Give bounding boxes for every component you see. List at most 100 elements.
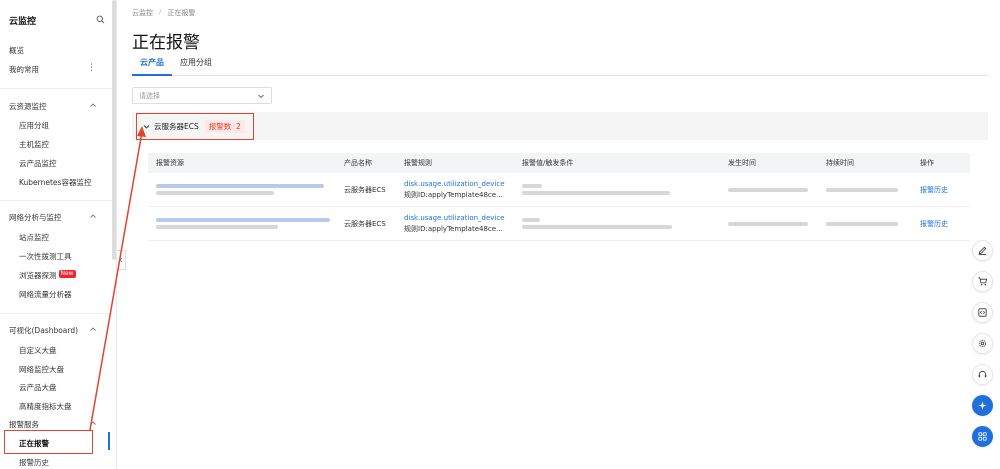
col-rule: 报警规则 xyxy=(404,159,432,167)
sidebar-group-cloud-resource[interactable]: 云资源监控 xyxy=(9,101,47,112)
sidebar-divider xyxy=(0,313,112,314)
col-action: 操作 xyxy=(920,159,934,167)
duration-cell xyxy=(826,219,920,229)
product-cell: 云服务器ECS xyxy=(344,185,386,194)
resource-cell[interactable] xyxy=(148,215,344,232)
sidebar-item-one-time-probe[interactable]: 一次性拨测工具 xyxy=(19,251,72,262)
time-cell xyxy=(728,219,826,229)
alarm-count-value: 2 xyxy=(236,122,241,131)
col-time: 发生时间 xyxy=(728,159,756,167)
redacted-text xyxy=(728,187,808,192)
col-condition: 报警值/触发条件 xyxy=(522,159,574,167)
breadcrumb-current: 正在报警 xyxy=(167,9,196,17)
sidebar-group-network-analysis[interactable]: 网络分析与监控 xyxy=(9,212,62,223)
gear-icon[interactable] xyxy=(971,333,993,354)
rule-id: 规则ID:applyTemplate48ce... xyxy=(404,224,503,233)
resource-cell[interactable] xyxy=(148,181,344,198)
redacted-text xyxy=(156,184,324,188)
assistant-icon[interactable] xyxy=(971,395,993,416)
group-header-bar[interactable] xyxy=(132,112,988,140)
tab-app-group[interactable]: 应用分组 xyxy=(172,52,220,75)
code-icon[interactable] xyxy=(971,302,993,323)
redacted-text xyxy=(728,221,808,226)
rule-link[interactable]: disk.usage.utilization_device xyxy=(404,214,522,222)
chevron-down-icon xyxy=(258,94,264,98)
sidebar-item-traffic-analyzer[interactable]: 网络流量分析器 xyxy=(19,289,72,300)
chevron-up-icon[interactable] xyxy=(89,325,97,333)
tab-cloud-product[interactable]: 云产品 xyxy=(132,52,172,76)
cart-icon[interactable] xyxy=(971,271,993,292)
alarm-history-link[interactable]: 报警历史 xyxy=(920,185,970,195)
sidebar-item-hp-dashboard[interactable]: 高精度指标大盘 xyxy=(19,401,72,412)
headset-icon[interactable] xyxy=(971,364,993,385)
chevron-up-icon[interactable] xyxy=(89,101,97,109)
sidebar-item-alarming[interactable]: 正在报警 xyxy=(19,438,49,449)
sidebar-item-browser-probe[interactable]: 浏览器探测 New xyxy=(19,270,76,281)
sidebar-item-label: 浏览器探测 xyxy=(19,271,57,280)
active-indicator xyxy=(108,432,110,450)
sidebar-item-overview[interactable]: 概览 xyxy=(9,45,24,56)
table-row: 云服务器ECS disk.usage.utilization_device 规则… xyxy=(148,173,970,207)
more-icon[interactable]: ⋮ xyxy=(87,63,96,73)
rule-link[interactable]: disk.usage.utilization_device xyxy=(404,180,522,188)
condition-cell xyxy=(522,215,728,232)
product-cell: 云服务器ECS xyxy=(344,219,386,228)
sidebar-group-dashboard[interactable]: 可视化(Dashboard) xyxy=(9,325,78,336)
tab-bar: 云产品 应用分组 xyxy=(132,52,988,76)
sidebar-item-app-group[interactable]: 应用分组 xyxy=(19,120,49,131)
alarm-count-label: 报警数 xyxy=(208,122,232,131)
alarm-table: 报警资源 产品名称 报警规则 报警值/触发条件 发生时间 持续时间 操作 云服务… xyxy=(148,153,970,241)
redacted-text xyxy=(522,184,542,188)
col-product: 产品名称 xyxy=(344,159,372,167)
select-placeholder: 请选择 xyxy=(139,91,160,100)
alarm-count-badge: 报警数 2 xyxy=(204,120,245,133)
condition-cell xyxy=(522,181,728,198)
sidebar-item-alarm-history[interactable]: 报警历史 xyxy=(19,457,49,468)
rule-cell: disk.usage.utilization_device 规则ID:apply… xyxy=(404,214,522,234)
time-cell xyxy=(728,185,826,195)
apps-icon[interactable] xyxy=(971,426,993,447)
new-badge: New xyxy=(58,270,76,278)
chevron-up-icon[interactable] xyxy=(89,419,97,427)
breadcrumb-separator: / xyxy=(159,8,162,16)
sidebar-item-site-monitor[interactable]: 站点监控 xyxy=(19,232,49,243)
redacted-text xyxy=(522,218,540,222)
sidebar-item-cloud-product-monitor[interactable]: 云产品监控 xyxy=(19,158,57,169)
sidebar-group-alarm-service[interactable]: 报警服务 xyxy=(9,419,39,430)
sidebar-item-network-dashboard[interactable]: 网络监控大盘 xyxy=(19,364,64,375)
redacted-text xyxy=(826,187,898,192)
group-name: 云服务器ECS xyxy=(154,122,199,131)
redacted-text xyxy=(522,191,670,195)
breadcrumb: 云监控 / 正在报警 xyxy=(132,8,195,18)
sidebar: 云监控 概览 我的常用 ⋮ 云资源监控 应用分组 主机监控 云产品监控 Kube… xyxy=(0,0,117,469)
floating-toolbar xyxy=(971,240,993,447)
redacted-text xyxy=(522,225,672,229)
main-content: 云监控 / 正在报警 正在报警 云产品 应用分组 请选择 云服务器ECS 报警数… xyxy=(118,0,1000,469)
sidebar-header: 云监控 xyxy=(0,0,116,40)
sidebar-divider xyxy=(0,200,112,201)
alarm-history-link[interactable]: 报警历史 xyxy=(920,219,970,229)
table-header: 报警资源 产品名称 报警规则 报警值/触发条件 发生时间 持续时间 操作 xyxy=(148,153,970,173)
rule-id: 规则ID:applyTemplate48ce... xyxy=(404,190,503,199)
page-title: 正在报警 xyxy=(132,33,200,53)
col-duration: 持续时间 xyxy=(826,159,854,167)
search-icon[interactable] xyxy=(96,15,106,25)
table-row: 云服务器ECS disk.usage.utilization_device 规则… xyxy=(148,207,970,241)
breadcrumb-root[interactable]: 云监控 xyxy=(132,8,153,18)
sidebar-item-cloud-product-dashboard[interactable]: 云产品大盘 xyxy=(19,382,57,393)
rule-cell: disk.usage.utilization_device 规则ID:apply… xyxy=(404,180,522,200)
group-header-ecs[interactable]: 云服务器ECS 报警数 2 xyxy=(136,113,254,140)
col-resource: 报警资源 xyxy=(156,159,184,167)
redacted-text xyxy=(826,221,898,226)
sidebar-item-favorites[interactable]: 我的常用 xyxy=(9,64,39,75)
edit-icon[interactable] xyxy=(971,240,993,261)
sidebar-item-k8s-monitor[interactable]: Kubernetes容器监控 xyxy=(19,177,91,188)
sidebar-item-custom-dashboard[interactable]: 自定义大盘 xyxy=(19,345,57,356)
chevron-up-icon[interactable] xyxy=(89,212,97,220)
sidebar-item-host-monitor[interactable]: 主机监控 xyxy=(19,139,49,150)
redacted-text xyxy=(156,225,278,229)
redacted-text xyxy=(156,191,274,195)
product-select[interactable]: 请选择 xyxy=(132,87,272,104)
sidebar-scrollbar[interactable] xyxy=(112,0,116,260)
sidebar-title: 云监控 xyxy=(9,16,37,27)
